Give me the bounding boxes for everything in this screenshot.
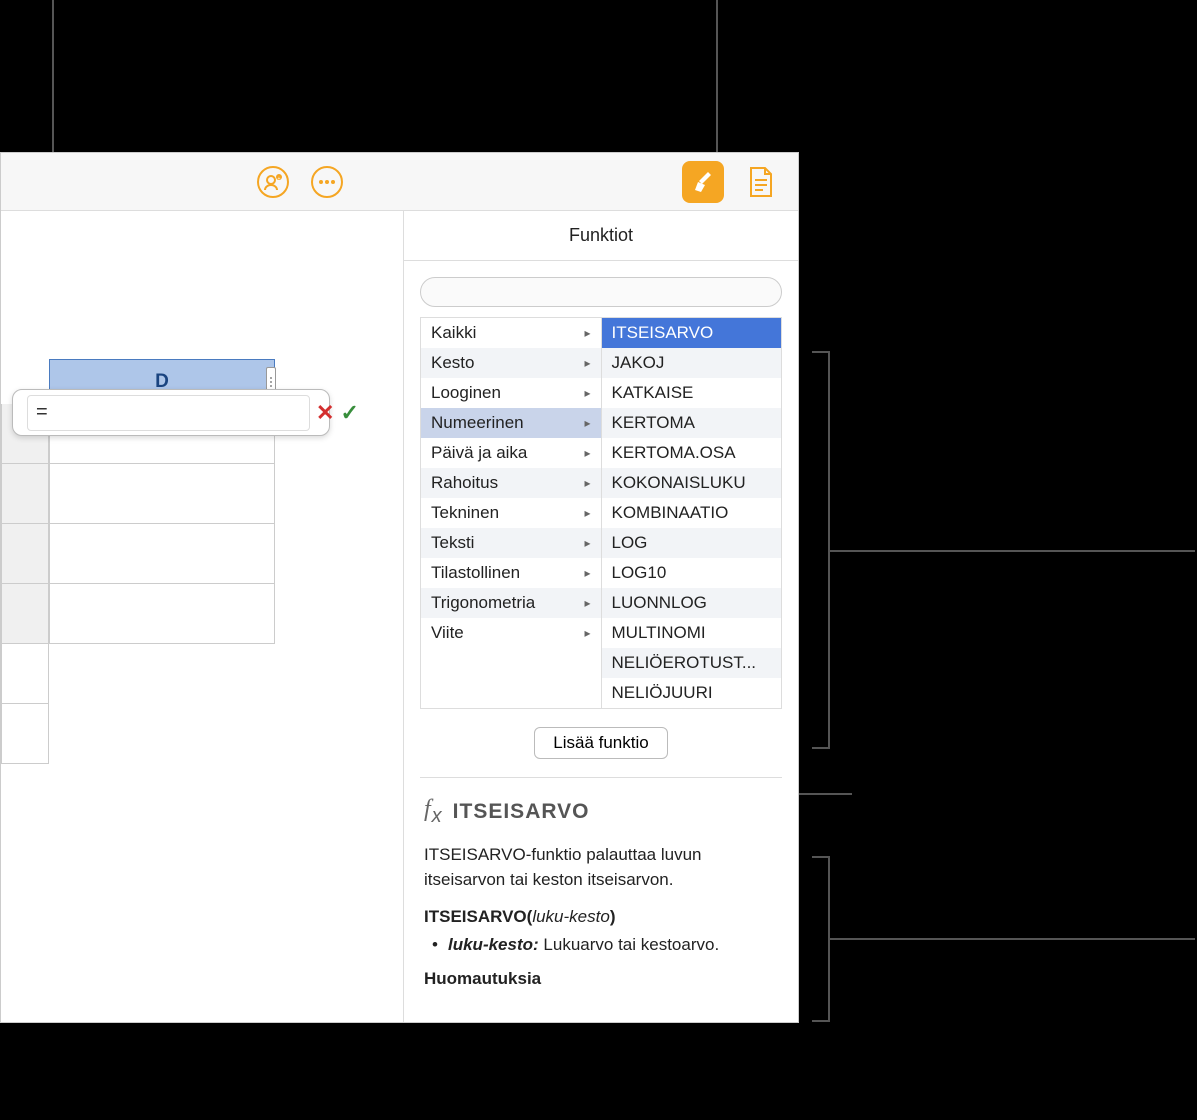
- cells-grid: [49, 404, 275, 644]
- function-item[interactable]: KATKAISE: [602, 378, 782, 408]
- category-item[interactable]: Numeerinen ▸: [421, 408, 601, 438]
- row-header[interactable]: [1, 584, 49, 644]
- chevron-right-icon: ▸: [584, 476, 590, 490]
- help-title: fx ITSEISARVO: [424, 796, 778, 828]
- chevron-right-icon: ▸: [584, 446, 590, 460]
- chevron-right-icon: ▸: [584, 596, 590, 610]
- help-function-name: ITSEISARVO: [453, 800, 590, 824]
- chevron-right-icon: ▸: [584, 326, 590, 340]
- category-item[interactable]: Viite ▸: [421, 618, 601, 648]
- category-item[interactable]: Teksti ▸: [421, 528, 601, 558]
- chevron-right-icon: ▸: [584, 416, 590, 430]
- category-item[interactable]: Kaikki ▸: [421, 318, 601, 348]
- function-item[interactable]: ITSEISARVO: [602, 318, 782, 348]
- more-button[interactable]: [310, 165, 344, 199]
- callout-line: [830, 550, 1195, 552]
- row-header[interactable]: [1, 464, 49, 524]
- checkmark-icon: ✓: [340, 400, 358, 426]
- chevron-right-icon: ▸: [584, 386, 590, 400]
- help-notes-label: Huomautuksia: [424, 969, 778, 989]
- help-parameter: luku-kesto: Lukuarvo tai kestoarvo.: [424, 935, 778, 955]
- category-label: Teksti: [431, 533, 474, 553]
- category-label: Tekninen: [431, 503, 499, 523]
- paintbrush-icon: [690, 169, 716, 195]
- category-label: Trigonometria: [431, 593, 535, 613]
- collaborate-icon: +: [257, 166, 289, 198]
- category-label: Rahoitus: [431, 473, 498, 493]
- category-label: Tilastollinen: [431, 563, 520, 583]
- category-item[interactable]: Looginen ▸: [421, 378, 601, 408]
- function-help: fx ITSEISARVO ITSEISARVO-funktio palautt…: [404, 778, 798, 1007]
- function-item[interactable]: NELIÖJUURI: [602, 678, 782, 708]
- category-item[interactable]: Rahoitus ▸: [421, 468, 601, 498]
- category-label: Viite: [431, 623, 464, 643]
- functions-sidebar: Funktiot Kaikki▸Kesto▸Looginen▸Numeerine…: [403, 211, 798, 1022]
- row-header[interactable]: [1, 524, 49, 584]
- document-icon: [748, 166, 774, 198]
- search-input[interactable]: [420, 277, 782, 307]
- function-list: ITSEISARVOJAKOJKATKAISEKERTOMAKERTOMA.OS…: [601, 317, 783, 709]
- callout-bracket: [812, 856, 830, 1022]
- cell[interactable]: [49, 584, 275, 644]
- row-header[interactable]: [1, 704, 49, 764]
- category-list: Kaikki▸Kesto▸Looginen▸Numeerinen▸Päivä j…: [420, 317, 601, 709]
- category-label: Kaikki: [431, 323, 476, 343]
- insert-function-button[interactable]: Lisää funktio: [534, 727, 667, 759]
- collaborate-button[interactable]: +: [256, 165, 290, 199]
- format-button[interactable]: [682, 161, 724, 203]
- function-item[interactable]: KERTOMA: [602, 408, 782, 438]
- category-item[interactable]: Kesto ▸: [421, 348, 601, 378]
- help-syntax: ITSEISARVO(luku-kesto): [424, 907, 778, 927]
- function-item[interactable]: LOG10: [602, 558, 782, 588]
- callout-line: [716, 0, 718, 171]
- category-item[interactable]: Trigonometria ▸: [421, 588, 601, 618]
- cell[interactable]: [49, 524, 275, 584]
- help-description: ITSEISARVO-funktio palauttaa luvun itsei…: [424, 842, 778, 893]
- chevron-right-icon: ▸: [584, 506, 590, 520]
- callout-line: [830, 938, 1195, 940]
- chevron-right-icon: ▸: [584, 566, 590, 580]
- function-item[interactable]: MULTINOMI: [602, 618, 782, 648]
- chevron-right-icon: ▸: [584, 536, 590, 550]
- sidebar-title: Funktiot: [404, 211, 798, 260]
- cancel-button[interactable]: ✕: [316, 401, 334, 425]
- row-header[interactable]: [1, 644, 49, 704]
- function-item[interactable]: KOMBINAATIO: [602, 498, 782, 528]
- formula-input[interactable]: [27, 395, 310, 431]
- category-item[interactable]: Tekninen ▸: [421, 498, 601, 528]
- category-item[interactable]: Päivä ja aika ▸: [421, 438, 601, 468]
- confirm-button[interactable]: ✓: [340, 401, 358, 425]
- function-item[interactable]: KERTOMA.OSA: [602, 438, 782, 468]
- function-item[interactable]: KOKONAISLUKU: [602, 468, 782, 498]
- callout-bracket: [812, 351, 830, 749]
- more-icon: [311, 166, 343, 198]
- row-headers: [1, 404, 49, 764]
- chevron-right-icon: ▸: [584, 356, 590, 370]
- function-item[interactable]: JAKOJ: [602, 348, 782, 378]
- function-item[interactable]: NELIÖEROTUST...: [602, 648, 782, 678]
- app-window: + D: [0, 152, 799, 1023]
- chevron-right-icon: ▸: [584, 626, 590, 640]
- category-label: Kesto: [431, 353, 474, 373]
- category-item[interactable]: Tilastollinen ▸: [421, 558, 601, 588]
- formula-editor: ✕ ✓: [12, 389, 330, 436]
- fx-icon: fx: [424, 796, 443, 828]
- function-item[interactable]: LUONNLOG: [602, 588, 782, 618]
- category-label: Looginen: [431, 383, 501, 403]
- cell[interactable]: [49, 464, 275, 524]
- category-label: Numeerinen: [431, 413, 524, 433]
- function-item[interactable]: LOG: [602, 528, 782, 558]
- svg-text:+: +: [278, 176, 281, 182]
- close-icon: ✕: [316, 400, 334, 426]
- category-label: Päivä ja aika: [431, 443, 527, 463]
- document-button[interactable]: [744, 165, 778, 199]
- spreadsheet-area: D: [1, 211, 276, 711]
- toolbar: +: [1, 153, 798, 211]
